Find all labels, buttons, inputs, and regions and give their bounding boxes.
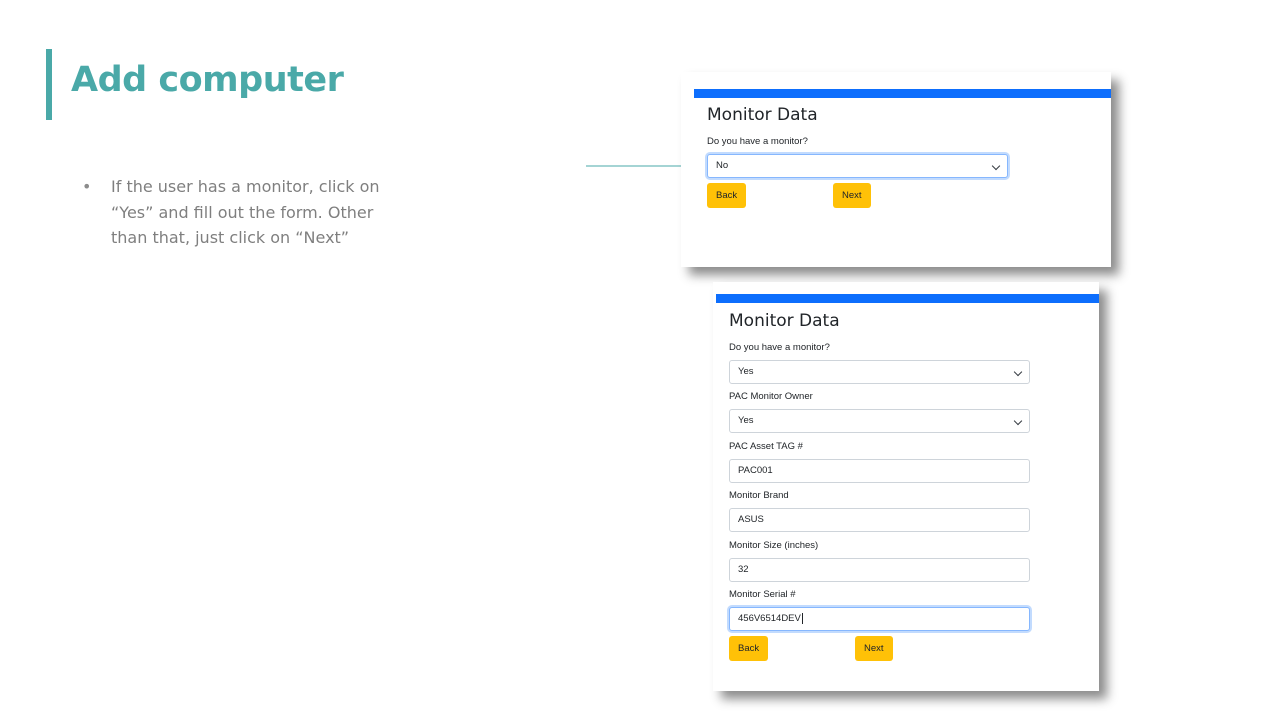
field-label-asset-tag: PAC Asset TAG # [729, 441, 803, 452]
next-button[interactable]: Next [855, 636, 893, 661]
has-monitor-select[interactable]: Yes [729, 360, 1030, 384]
monitor-size-input[interactable]: 32 [729, 558, 1030, 582]
asset-tag-value: PAC001 [738, 465, 773, 476]
monitor-serial-value: 456V6514DEV [738, 613, 801, 624]
next-button[interactable]: Next [833, 183, 871, 208]
chevron-down-icon [1013, 367, 1023, 377]
back-button[interactable]: Back [729, 636, 769, 661]
has-monitor-select-value: Yes [738, 366, 754, 377]
field-label-monitor-owner: PAC Monitor Owner [729, 391, 813, 402]
back-button[interactable]: Back [707, 183, 747, 208]
monitor-size-value: 32 [738, 564, 749, 575]
screenshot-monitor-yes: Monitor Data Do you have a monitor? Yes … [713, 282, 1099, 691]
monitor-select[interactable]: No [707, 154, 1008, 178]
monitor-owner-select[interactable]: Yes [729, 409, 1030, 433]
bullet-list: • If the user has a monitor, click on “Y… [82, 174, 412, 251]
bullet-item: • If the user has a monitor, click on “Y… [82, 174, 412, 251]
progress-bar [694, 89, 1111, 98]
arrow-right-icon [586, 162, 695, 170]
monitor-owner-select-value: Yes [738, 415, 754, 426]
question-label: Do you have a monitor? [707, 136, 808, 147]
monitor-brand-input[interactable]: ASUS [729, 508, 1030, 532]
chevron-down-icon [991, 161, 1001, 171]
field-label-monitor-size: Monitor Size (inches) [729, 540, 819, 551]
field-label-monitor-brand: Monitor Brand [729, 490, 789, 501]
bullet-dot-icon: • [82, 177, 92, 196]
asset-tag-input[interactable]: PAC001 [729, 459, 1030, 483]
monitor-brand-value: ASUS [738, 514, 764, 525]
title-accent-bar [46, 49, 52, 120]
field-label-has-monitor: Do you have a monitor? [729, 342, 830, 353]
progress-bar [716, 294, 1099, 303]
monitor-select-value: No [716, 160, 729, 171]
field-label-monitor-serial: Monitor Serial # [729, 589, 796, 600]
bullet-text: If the user has a monitor, click on “Yes… [111, 177, 380, 247]
card-title: Monitor Data [707, 105, 818, 125]
monitor-serial-input[interactable]: 456V6514DEV [729, 607, 1030, 631]
text-caret [801, 612, 803, 624]
chevron-down-icon [1013, 416, 1023, 426]
card-title: Monitor Data [729, 311, 840, 331]
slide-title: Add computer [71, 60, 344, 100]
screenshot-monitor-no: Monitor Data Do you have a monitor? No B… [681, 72, 1111, 267]
